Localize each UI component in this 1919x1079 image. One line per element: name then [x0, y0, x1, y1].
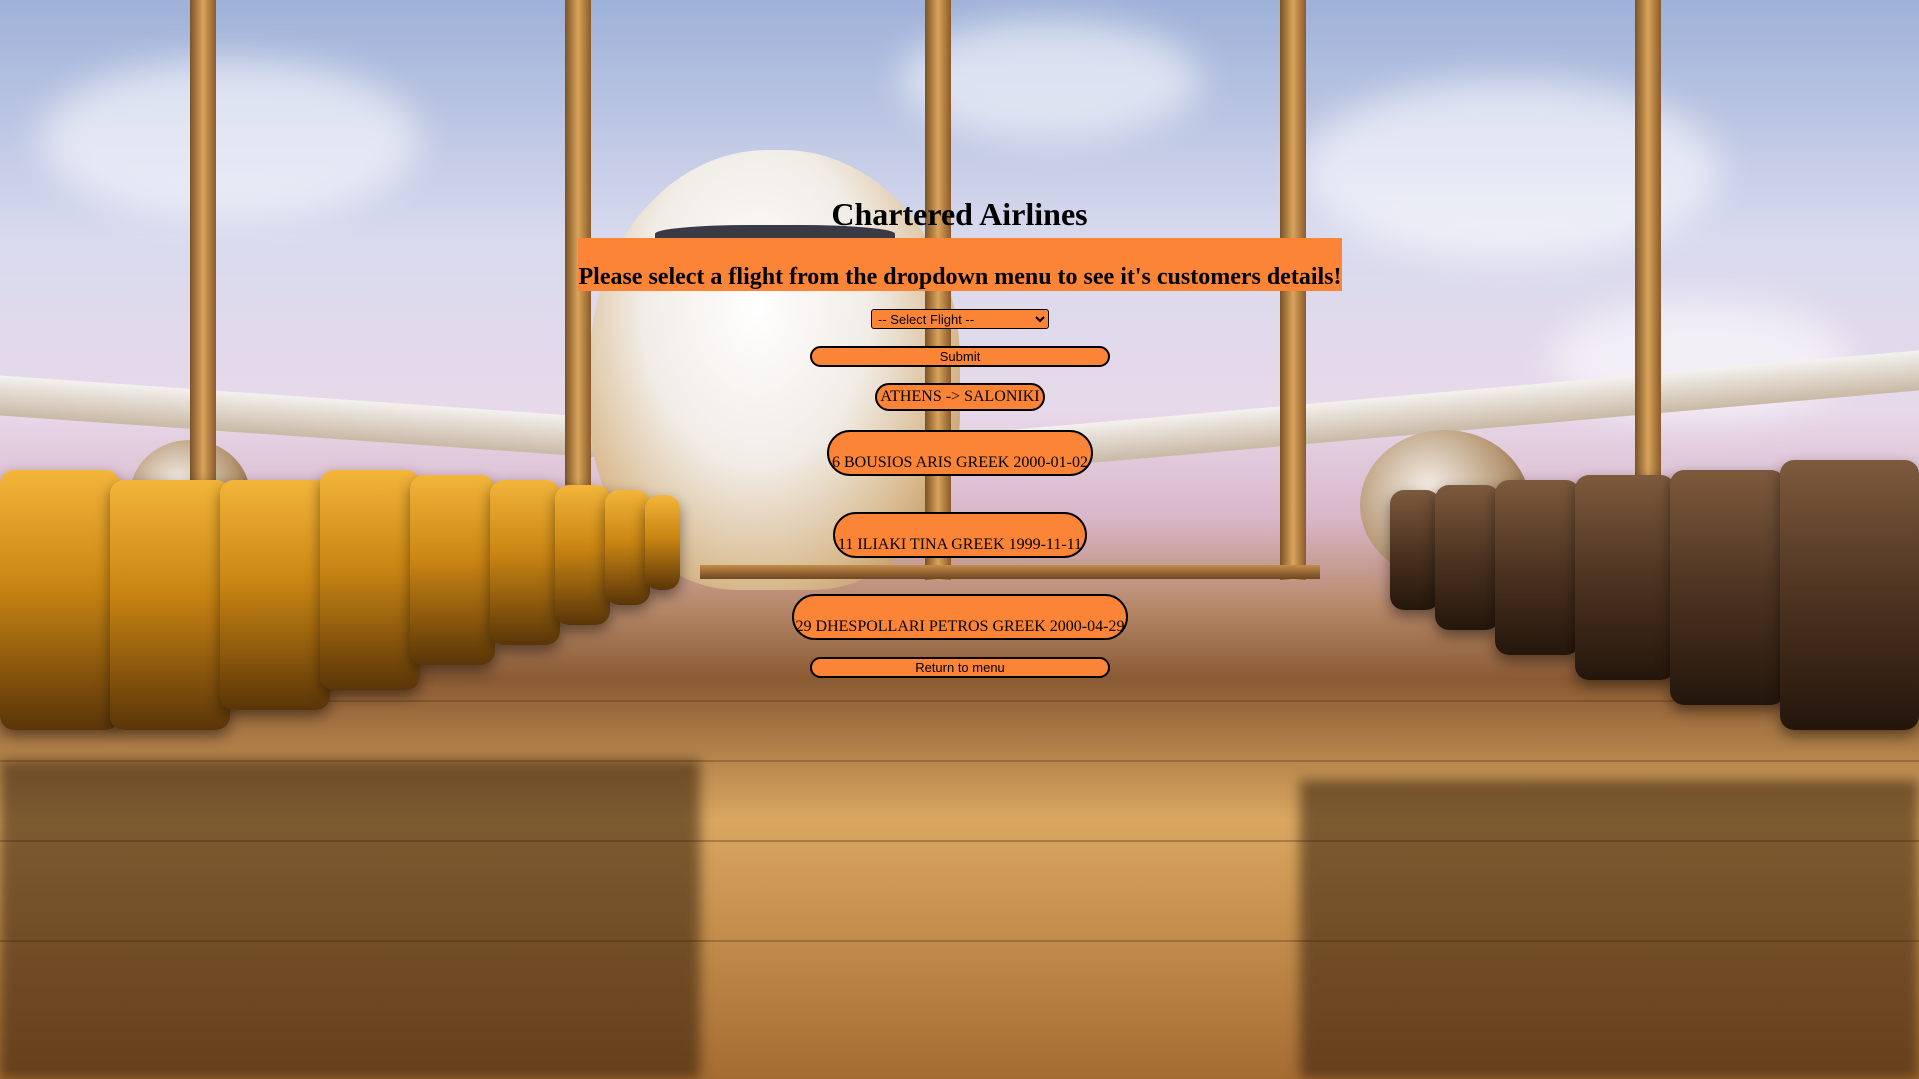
customer-row: 6 BOUSIOS ARIS GREEK 2000-01-02: [827, 430, 1093, 476]
instruction-banner: Please select a flight from the dropdown…: [578, 238, 1342, 291]
route-label: ATHENS -> SALONIKI: [875, 383, 1045, 411]
customer-row: 11 ILIAKI TINA GREEK 1999-11-11: [833, 512, 1087, 558]
return-to-menu-button[interactable]: Return to menu: [810, 657, 1110, 678]
customer-row: 29 DHESPOLLARI PETROS GREEK 2000-04-29: [792, 594, 1128, 640]
flight-select[interactable]: -- Select Flight --: [871, 309, 1049, 329]
submit-button[interactable]: Submit: [810, 346, 1110, 367]
page-title: Chartered Airlines: [831, 196, 1088, 232]
